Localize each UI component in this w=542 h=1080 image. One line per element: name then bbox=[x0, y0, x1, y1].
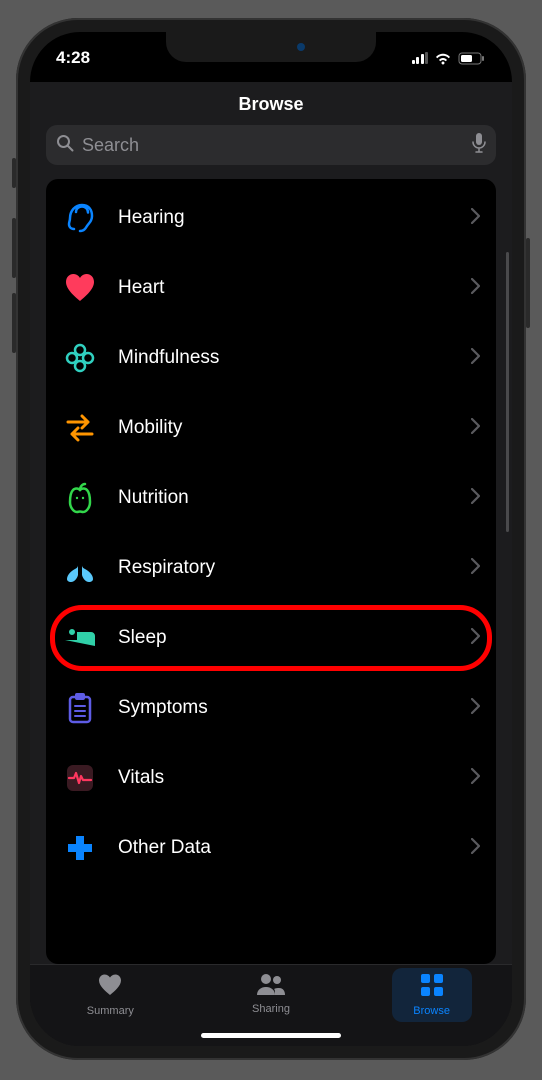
list-item-label: Other Data bbox=[118, 837, 471, 859]
list-item-label: Mindfulness bbox=[118, 347, 471, 369]
tab-sharing[interactable]: Sharing bbox=[231, 973, 311, 1015]
mute-switch bbox=[12, 158, 16, 188]
vitals-icon bbox=[62, 760, 98, 796]
header: Browse bbox=[30, 82, 512, 125]
list-item-hearing[interactable]: Hearing bbox=[46, 183, 496, 253]
list-item-label: Sleep bbox=[118, 627, 471, 649]
screen: 4:28 Browse bbox=[30, 32, 512, 1046]
chevron-right-icon bbox=[471, 418, 480, 439]
chevron-right-icon bbox=[471, 628, 480, 649]
heart-icon bbox=[97, 973, 123, 1002]
heart-icon bbox=[62, 270, 98, 306]
list-item-label: Hearing bbox=[118, 207, 471, 229]
chevron-right-icon bbox=[471, 488, 480, 509]
list-item-label: Vitals bbox=[118, 767, 471, 789]
tab-label: Summary bbox=[87, 1005, 134, 1017]
sleep-icon bbox=[62, 620, 98, 656]
status-time: 4:28 bbox=[56, 48, 90, 68]
tab-summary[interactable]: Summary bbox=[70, 973, 150, 1017]
grid-icon bbox=[420, 973, 444, 1002]
tab-bar: Summary Sharing Browse bbox=[30, 964, 512, 1046]
chevron-right-icon bbox=[471, 838, 480, 859]
other-data-icon bbox=[62, 830, 98, 866]
list-item-other-data[interactable]: Other Data bbox=[46, 813, 496, 883]
chevron-right-icon bbox=[471, 558, 480, 579]
status-right bbox=[412, 52, 487, 65]
category-list[interactable]: Hearing Heart bbox=[46, 179, 496, 964]
notch bbox=[166, 32, 376, 62]
list-item-nutrition[interactable]: Nutrition bbox=[46, 463, 496, 533]
volume-down bbox=[12, 293, 16, 353]
list-item-label: Respiratory bbox=[118, 557, 471, 579]
page-title: Browse bbox=[30, 94, 512, 115]
respiratory-icon bbox=[62, 550, 98, 586]
chevron-right-icon bbox=[471, 208, 480, 229]
tab-label: Browse bbox=[413, 1005, 450, 1017]
list-item-sleep[interactable]: Sleep bbox=[46, 603, 496, 673]
search-input[interactable] bbox=[82, 135, 464, 156]
chevron-right-icon bbox=[471, 698, 480, 719]
list-item-label: Nutrition bbox=[118, 487, 471, 509]
home-indicator[interactable] bbox=[201, 1033, 341, 1038]
list-item-label: Mobility bbox=[118, 417, 471, 439]
tab-label: Sharing bbox=[252, 1003, 290, 1015]
phone-frame: 4:28 Browse bbox=[16, 18, 526, 1060]
volume-up bbox=[12, 218, 16, 278]
search-bar[interactable] bbox=[46, 125, 496, 165]
power-button bbox=[526, 238, 530, 328]
mindfulness-icon bbox=[62, 340, 98, 376]
list-item-vitals[interactable]: Vitals bbox=[46, 743, 496, 813]
scroll-indicator[interactable] bbox=[506, 252, 509, 532]
chevron-right-icon bbox=[471, 278, 480, 299]
cellular-signal-icon bbox=[412, 52, 429, 64]
chevron-right-icon bbox=[471, 768, 480, 789]
people-icon bbox=[256, 973, 286, 1000]
battery-icon bbox=[458, 52, 486, 65]
list-item-mobility[interactable]: Mobility bbox=[46, 393, 496, 463]
ear-icon bbox=[62, 200, 98, 236]
list-item-respiratory[interactable]: Respiratory bbox=[46, 533, 496, 603]
list-item-mindfulness[interactable]: Mindfulness bbox=[46, 323, 496, 393]
list-item-label: Heart bbox=[118, 277, 471, 299]
wifi-icon bbox=[434, 52, 452, 65]
chevron-right-icon bbox=[471, 348, 480, 369]
tab-browse[interactable]: Browse bbox=[392, 968, 472, 1022]
symptoms-icon bbox=[62, 690, 98, 726]
content-area: Browse Hearing bbox=[30, 82, 512, 1046]
nutrition-icon bbox=[62, 480, 98, 516]
mic-icon[interactable] bbox=[472, 133, 486, 158]
list-item-label: Symptoms bbox=[118, 697, 471, 719]
search-icon bbox=[56, 134, 74, 157]
list-item-symptoms[interactable]: Symptoms bbox=[46, 673, 496, 743]
list-item-heart[interactable]: Heart bbox=[46, 253, 496, 323]
mobility-icon bbox=[62, 410, 98, 446]
